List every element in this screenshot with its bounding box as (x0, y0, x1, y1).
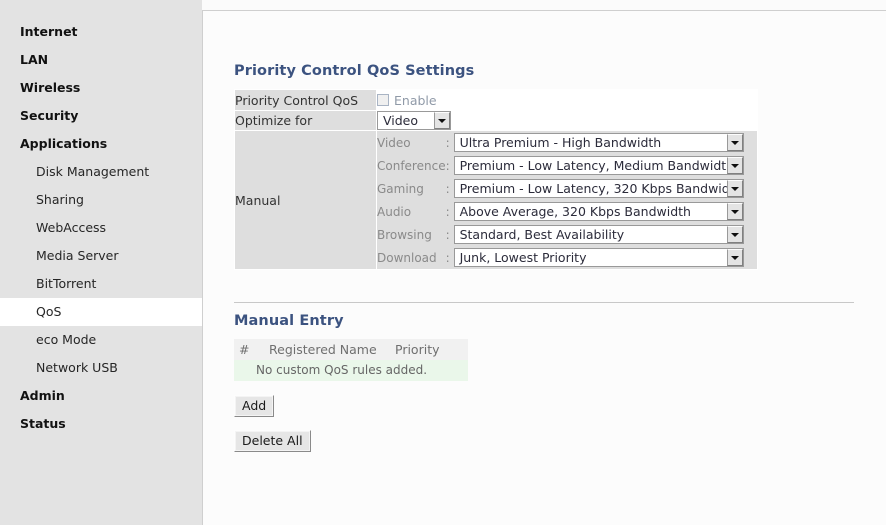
enable-checkbox[interactable] (377, 94, 389, 106)
column-header-number: # (234, 339, 264, 360)
manual-entry-empty-row: No custom QoS rules added. (234, 360, 468, 381)
chevron-down-icon[interactable] (434, 112, 450, 129)
chevron-down-icon[interactable] (726, 226, 743, 243)
sidebar-item-security[interactable]: Security (0, 102, 202, 130)
manual-priority-colon: : (445, 158, 450, 173)
row-priority-control-qos: Priority Control QoS Enable (234, 89, 758, 111)
manual-priority-select-value: Above Average, 320 Kbps Bandwidth (459, 204, 691, 219)
chevron-down-icon[interactable] (726, 157, 743, 174)
chevron-down-icon[interactable] (726, 134, 743, 151)
manual-priority-colon: : (445, 135, 450, 150)
content-panel: Priority Control QoS Settings Priority C… (202, 10, 886, 525)
sidebar-item-webaccess[interactable]: WebAccess (0, 214, 202, 242)
manual-priority-label: Video (377, 135, 411, 150)
manual-priority-select[interactable]: Premium - Low Latency, 320 Kbps Bandwidt… (453, 179, 744, 198)
optimize-for-select[interactable]: Video (377, 111, 451, 130)
sidebar-item-wireless[interactable]: Wireless (0, 74, 202, 102)
page-title: Priority Control QoS Settings (234, 63, 475, 79)
manual-priority-select-value: Standard, Best Availability (459, 227, 625, 242)
label-priority-control-qos: Priority Control QoS (234, 89, 377, 111)
manual-priority-label: Download (377, 250, 437, 265)
manual-priority-list: Video: Ultra Premium - High Bandwidth Conf… (377, 131, 744, 269)
qos-settings-table: Priority Control QoS Enable Optimize for… (234, 89, 758, 270)
manual-priority-colon: : (445, 204, 450, 219)
delete-all-button-row: Delete All (234, 430, 854, 452)
row-optimize-for: Optimize for Video (234, 110, 758, 131)
sidebar: Internet LAN Wireless Security Applications D… (0, 0, 207, 525)
manual-priority-colon: : (445, 181, 450, 196)
manual-priority-select[interactable]: Standard, Best Availability (453, 225, 744, 244)
manual-priority-label: Browsing (377, 227, 432, 242)
manual-priority-select-cell: Standard, Best Availability (453, 223, 744, 246)
cell-optimize-for-value: Video (376, 110, 758, 131)
column-header-registered-name: Registered Name (264, 339, 390, 360)
manual-priority-select[interactable]: Junk, Lowest Priority (453, 248, 744, 267)
manual-priority-select-value: Junk, Lowest Priority (459, 250, 587, 265)
sidebar-item-admin[interactable]: Admin (0, 382, 202, 410)
empty-state-message: No custom QoS rules added. (234, 360, 468, 381)
sidebar-item-sharing[interactable]: Sharing (0, 186, 202, 214)
manual-priority-select-value: Ultra Premium - High Bandwidth (459, 135, 662, 150)
sidebar-item-media-server[interactable]: Media Server (0, 242, 202, 270)
manual-entry-title: Manual Entry (234, 313, 344, 329)
manual-priority-row: Gaming: Premium - Low Latency, 320 Kbps B… (377, 177, 744, 200)
manual-priority-colon: : (445, 250, 450, 265)
manual-priority-select-cell: Above Average, 320 Kbps Bandwidth (453, 200, 744, 223)
sidebar-item-status[interactable]: Status (0, 410, 202, 438)
manual-priority-colon: : (445, 227, 450, 242)
section-divider (234, 302, 854, 303)
row-manual: Manual Video: Ultra Premium - High Bandwi… (234, 130, 758, 270)
sidebar-item-bittorrent[interactable]: BitTorrent (0, 270, 202, 298)
manual-priority-select-value: Premium - Low Latency, Medium Bandwidth (459, 158, 727, 173)
manual-entry-table: # Registered Name Priority No custom QoS… (234, 339, 468, 381)
manual-priority-select-cell: Junk, Lowest Priority (453, 246, 744, 269)
chevron-down-icon[interactable] (726, 203, 743, 220)
manual-priority-label: Conference (377, 158, 446, 173)
sidebar-item-network-usb[interactable]: Network USB (0, 354, 202, 382)
add-button[interactable]: Add (234, 395, 275, 417)
sidebar-item-disk-management[interactable]: Disk Management (0, 158, 202, 186)
cell-manual-value: Video: Ultra Premium - High Bandwidth Conf… (376, 130, 758, 270)
manual-entry-header-row: # Registered Name Priority (234, 339, 468, 360)
label-manual: Manual (234, 130, 377, 270)
manual-priority-label: Gaming (377, 181, 424, 196)
enable-checkbox-label: Enable (394, 92, 437, 108)
chevron-down-icon[interactable] (726, 180, 743, 197)
manual-priority-select[interactable]: Ultra Premium - High Bandwidth (453, 133, 744, 152)
manual-priority-select-cell: Premium - Low Latency, Medium Bandwidth (453, 154, 744, 177)
manual-priority-select-cell: Ultra Premium - High Bandwidth (453, 131, 744, 154)
manual-priority-label: Audio (377, 204, 412, 219)
label-optimize-for: Optimize for (234, 110, 377, 131)
sidebar-item-internet[interactable]: Internet (0, 18, 202, 46)
manual-priority-select[interactable]: Above Average, 320 Kbps Bandwidth (453, 202, 744, 221)
manual-priority-select-value: Premium - Low Latency, 320 Kbps Bandwidt… (459, 181, 727, 196)
manual-priority-select-cell: Premium - Low Latency, 320 Kbps Bandwidt… (453, 177, 744, 200)
cell-priority-control-qos-value: Enable (376, 89, 758, 111)
manual-priority-row: Audio: Above Average, 320 Kbps Bandwidth (377, 200, 744, 223)
manual-priority-row: Video: Ultra Premium - High Bandwidth (377, 131, 744, 154)
manual-priority-row: Download: Junk, Lowest Priority (377, 246, 744, 269)
manual-priority-row: Browsing: Standard, Best Availability (377, 223, 744, 246)
column-header-priority: Priority (390, 339, 468, 360)
chevron-down-icon[interactable] (726, 249, 743, 266)
sidebar-item-lan[interactable]: LAN (0, 46, 202, 74)
manual-priority-select[interactable]: Premium - Low Latency, Medium Bandwidth (453, 156, 744, 175)
manual-priority-row: Conference: Premium - Low Latency, Medium… (377, 154, 744, 177)
sidebar-item-eco-mode[interactable]: eco Mode (0, 326, 202, 354)
add-button-row: Add (234, 395, 854, 417)
sidebar-item-qos[interactable]: QoS (0, 298, 207, 326)
delete-all-button[interactable]: Delete All (234, 430, 311, 452)
sidebar-item-applications[interactable]: Applications (0, 130, 202, 158)
optimize-for-select-value: Video (383, 113, 419, 128)
